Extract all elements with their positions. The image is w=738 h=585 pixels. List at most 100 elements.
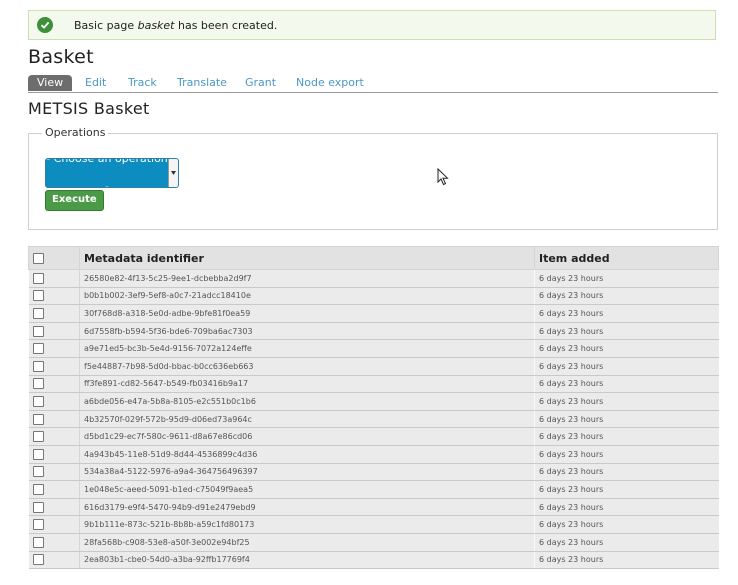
chevron-down-icon [168, 159, 178, 187]
row-checkbox[interactable] [32, 360, 44, 372]
metadata-identifier-cell: 2ea803b1-cbe0-54d0-a3ba-92ffb17769f4 [79, 550, 535, 570]
row-select-cell [28, 427, 80, 446]
row-checkbox[interactable] [32, 395, 44, 407]
row-checkbox[interactable] [32, 413, 44, 425]
column-header-identifier[interactable]: Metadata identifier [79, 246, 535, 270]
metadata-identifier-cell: 4b32570f-029f-572b-95d9-d06ed73a964c [79, 409, 535, 429]
tab-edit[interactable]: Edit [85, 75, 106, 91]
row-checkbox[interactable] [32, 343, 44, 355]
row-checkbox[interactable] [32, 290, 44, 302]
metadata-identifier-cell: 534a38a4-5122-5976-a9a4-364756496397 [79, 462, 535, 482]
row-checkbox[interactable] [32, 554, 44, 566]
table-row: 28fa568b-c908-53e8-a50f-3e002e94bf25 6 da… [28, 532, 719, 552]
status-item-name: basket [137, 18, 175, 32]
row-checkbox[interactable] [32, 307, 44, 319]
table-row: ff3fe891-cd82-5647-b549-fb03416b9a17 6 da… [28, 374, 719, 394]
row-checkbox[interactable] [32, 378, 44, 390]
item-added-cell: 6 days 23 hours [534, 339, 719, 358]
basket-table: Metadata identifier Item added 26580e82-… [28, 246, 719, 570]
table-row: a9e71ed5-bc3b-5e4d-9156-7072a124effe 6 da… [28, 339, 719, 358]
row-select-cell [28, 409, 80, 429]
row-checkbox[interactable] [32, 272, 44, 284]
table-row: 1e048e5c-aeed-5091-b1ed-c75049f9aea5 6 da… [28, 480, 719, 499]
item-added-cell: 6 days 23 hours [534, 409, 719, 429]
tab-view[interactable]: View [28, 75, 73, 91]
row-select-cell [28, 356, 80, 376]
row-checkbox[interactable] [32, 536, 44, 548]
row-select-cell [28, 321, 80, 341]
operations-legend: Operations [42, 126, 109, 139]
table-row: b0b1b002-3ef9-5ef8-a0c7-21adcc18410e 6 da… [28, 286, 719, 306]
content-title: METSIS Basket [28, 99, 150, 118]
metadata-identifier-cell: 9b1b111e-873c-521b-8b8b-a59c1fd80173 [79, 515, 535, 534]
table-row: 9b1b111e-873c-521b-8b8b-a59c1fd80173 6 da… [28, 515, 719, 534]
operation-select[interactable]: - Choose an operation - [45, 158, 179, 188]
item-added-cell: 6 days 23 hours [534, 392, 719, 411]
row-select-cell [28, 339, 80, 358]
row-select-cell [28, 269, 80, 288]
row-checkbox[interactable] [32, 431, 44, 443]
page-title: Basket [28, 46, 94, 68]
select-all-checkbox[interactable] [33, 253, 44, 264]
table-header-row: Metadata identifier Item added [28, 246, 719, 270]
item-added-cell: 6 days 23 hours [534, 550, 719, 570]
row-select-cell [28, 392, 80, 411]
row-select-cell [28, 286, 80, 306]
row-checkbox[interactable] [32, 325, 44, 337]
metadata-identifier-cell: a6bde056-e47a-5b8a-8105-e2c551b0c1b6 [79, 392, 535, 411]
row-select-cell [28, 515, 80, 534]
item-added-cell: 6 days 23 hours [534, 286, 719, 306]
table-row: 26580e82-4f13-5c25-9ee1-dcbebba2d9f7 6 da… [28, 269, 719, 288]
tab-grant[interactable]: Grant [245, 75, 276, 91]
row-checkbox[interactable] [32, 501, 44, 513]
table-row: d5bd1c29-ec7f-580c-9611-d8a67e86cd06 6 da… [28, 427, 719, 446]
row-select-cell [28, 497, 80, 517]
item-added-cell: 6 days 23 hours [534, 321, 719, 341]
mouse-pointer-icon [437, 168, 449, 186]
table-row: 4a943b45-11e8-51d9-8d44-4536899c4d36 6 da… [28, 444, 719, 464]
status-text: Basic page basket has been created. [74, 18, 278, 32]
item-added-cell: 6 days 23 hours [534, 497, 719, 517]
tab-track[interactable]: Track [128, 75, 157, 91]
tab-translate[interactable]: Translate [177, 75, 227, 91]
row-checkbox[interactable] [32, 448, 44, 460]
table-row: 30f768d8-a318-5e0d-adbe-9bfe81f0ea59 6 da… [28, 304, 719, 323]
row-select-cell [28, 532, 80, 552]
row-checkbox[interactable] [32, 519, 44, 531]
row-checkbox[interactable] [32, 483, 44, 495]
metadata-identifier-cell: 26580e82-4f13-5c25-9ee1-dcbebba2d9f7 [79, 269, 535, 288]
item-added-cell: 6 days 23 hours [534, 356, 719, 376]
metadata-identifier-cell: 30f768d8-a318-5e0d-adbe-9bfe81f0ea59 [79, 304, 535, 323]
column-header-item-added[interactable]: Item added [534, 246, 719, 270]
item-added-cell: 6 days 23 hours [534, 427, 719, 446]
metadata-identifier-cell: 6d7558fb-b594-5f36-bde6-709ba6ac7303 [79, 321, 535, 341]
table-row: 534a38a4-5122-5976-a9a4-364756496397 6 da… [28, 462, 719, 482]
item-added-cell: 6 days 23 hours [534, 444, 719, 464]
metadata-identifier-cell: f5e44887-7b98-5d0d-bbac-b0cc636eb663 [79, 356, 535, 376]
row-select-cell [28, 304, 80, 323]
tab-node-export[interactable]: Node export [296, 75, 364, 91]
metadata-identifier-cell: ff3fe891-cd82-5647-b549-fb03416b9a17 [79, 374, 535, 394]
table-row: a6bde056-e47a-5b8a-8105-e2c551b0c1b6 6 da… [28, 392, 719, 411]
metadata-identifier-cell: 1e048e5c-aeed-5091-b1ed-c75049f9aea5 [79, 480, 535, 499]
row-checkbox[interactable] [32, 466, 44, 478]
item-added-cell: 6 days 23 hours [534, 374, 719, 394]
row-select-cell [28, 480, 80, 499]
table-row: 6d7558fb-b594-5f36-bde6-709ba6ac7303 6 da… [28, 321, 719, 341]
item-added-cell: 6 days 23 hours [534, 269, 719, 288]
item-added-cell: 6 days 23 hours [534, 515, 719, 534]
status-message: Basic page basket has been created. [28, 10, 716, 40]
item-added-cell: 6 days 23 hours [534, 480, 719, 499]
select-all-cell [28, 246, 80, 270]
table-row: 4b32570f-029f-572b-95d9-d06ed73a964c 6 da… [28, 409, 719, 429]
table-row: 2ea803b1-cbe0-54d0-a3ba-92ffb17769f4 6 da… [28, 550, 719, 570]
metadata-identifier-cell: b0b1b002-3ef9-5ef8-a0c7-21adcc18410e [79, 286, 535, 306]
operation-select-value: - Choose an operation - [46, 158, 168, 188]
check-circle-icon [37, 17, 53, 33]
item-added-cell: 6 days 23 hours [534, 532, 719, 552]
table-row: f5e44887-7b98-5d0d-bbac-b0cc636eb663 6 da… [28, 356, 719, 376]
metadata-identifier-cell: d5bd1c29-ec7f-580c-9611-d8a67e86cd06 [79, 427, 535, 446]
execute-button[interactable]: Execute [45, 190, 104, 211]
metadata-identifier-cell: 28fa568b-c908-53e8-a50f-3e002e94bf25 [79, 532, 535, 552]
metadata-identifier-cell: a9e71ed5-bc3b-5e4d-9156-7072a124effe [79, 339, 535, 358]
